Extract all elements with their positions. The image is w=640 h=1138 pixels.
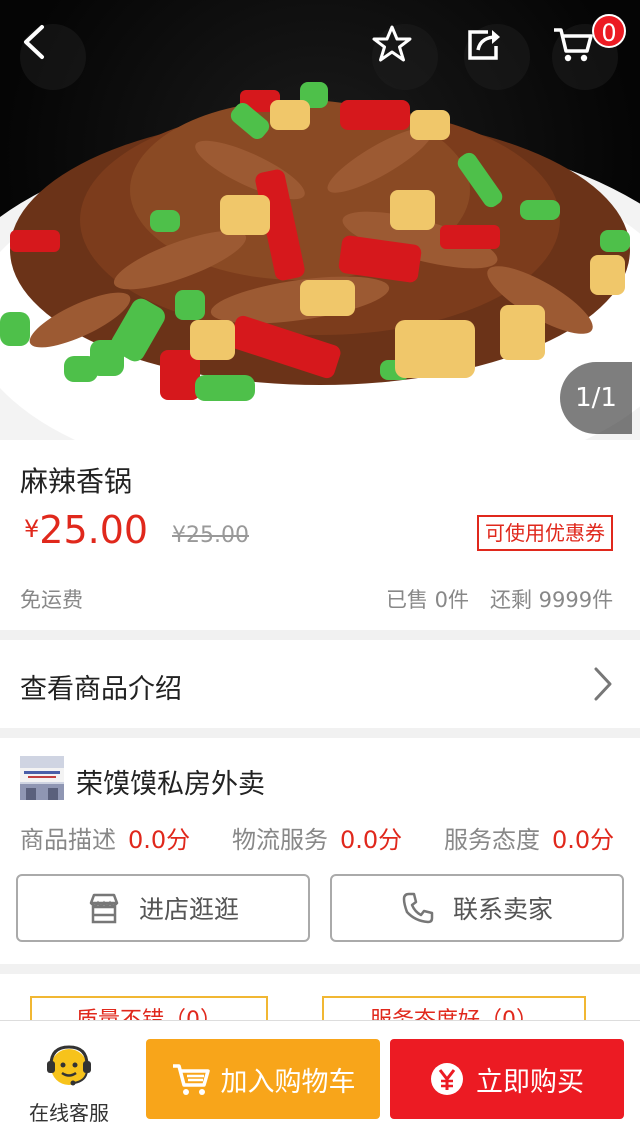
image-pager: 1/1 [560,362,632,434]
stock-count: 还剩 9999件 [490,588,614,612]
sold-count: 已售 0件 [386,588,470,612]
star-icon [372,25,412,62]
rating-label: 服务态度 [444,826,540,854]
price-value: 25.00 [39,508,149,552]
rating-label: 商品描述 [20,826,116,854]
share-button[interactable] [464,24,530,90]
rating-value: 0.0分 [552,826,615,854]
product-info: 麻辣香锅 ¥25.00 ¥25.00 可使用优惠券 免运费 已售 0件 还剩 9… [0,440,640,630]
rating-value: 0.0分 [340,826,403,854]
contact-seller-button[interactable]: 联系卖家 [330,874,624,942]
back-icon [24,25,44,59]
product-price: ¥25.00 [24,508,148,552]
cart-icon [172,1064,210,1095]
customer-service-icon [47,1045,91,1086]
shop-logo[interactable] [20,756,64,800]
product-title: 麻辣香锅 [20,465,133,498]
cart-count-badge: 0 [592,14,626,48]
currency-symbol: ¥ [24,515,40,543]
product-detail-page: 0 1/1 麻辣香锅 ¥25.00 ¥25.00 可使用优惠券 免运费 已售 0… [0,0,640,1138]
buy-now-button[interactable]: 立即购买 [390,1039,624,1119]
rating-description: 商品描述 0.0分 [20,820,190,855]
share-icon [468,30,500,60]
product-image-carousel[interactable]: 0 1/1 [0,0,640,440]
store-icon [89,893,119,924]
rating-value: 0.0分 [128,826,191,854]
customer-service-button[interactable]: 在线客服 [14,1043,124,1126]
product-photo [0,82,640,440]
original-price: ¥25.00 [172,523,249,548]
back-button[interactable] [20,24,86,90]
product-intro-label: 查看商品介绍 [20,674,182,705]
rating-label: 物流服务 [232,826,328,854]
phone-icon [402,892,434,924]
coupon-badge[interactable]: 可使用优惠券 [477,515,613,551]
rating-logistics: 物流服务 0.0分 [232,820,402,855]
contact-seller-label: 联系卖家 [452,895,553,924]
add-to-cart-label: 加入购物车 [220,1066,356,1098]
cart-icon [554,28,593,62]
buy-now-label: 立即购买 [476,1066,584,1098]
enter-store-button[interactable]: 进店逛逛 [16,874,310,942]
add-to-cart-button[interactable]: 加入购物车 [146,1039,380,1119]
bottom-action-bar: 在线客服 加入购物车 立即购买 [0,1020,640,1138]
customer-service-label: 在线客服 [29,1101,109,1125]
shipping-label: 免运费 [20,588,83,612]
enter-store-label: 进店逛逛 [138,895,239,924]
shop-card: 荣馍馍私房外卖 商品描述 0.0分 物流服务 0.0分 服务态度 0.0分 进店逛逛 … [0,738,640,964]
product-intro-row[interactable]: 查看商品介绍 [0,640,640,728]
chevron-right-icon [594,667,612,701]
shop-logo-image [20,756,64,800]
shop-name: 荣馍馍私房外卖 [76,769,265,800]
yen-icon [431,1063,463,1095]
favorite-button[interactable] [372,24,438,90]
rating-service: 服务态度 0.0分 [444,820,614,855]
